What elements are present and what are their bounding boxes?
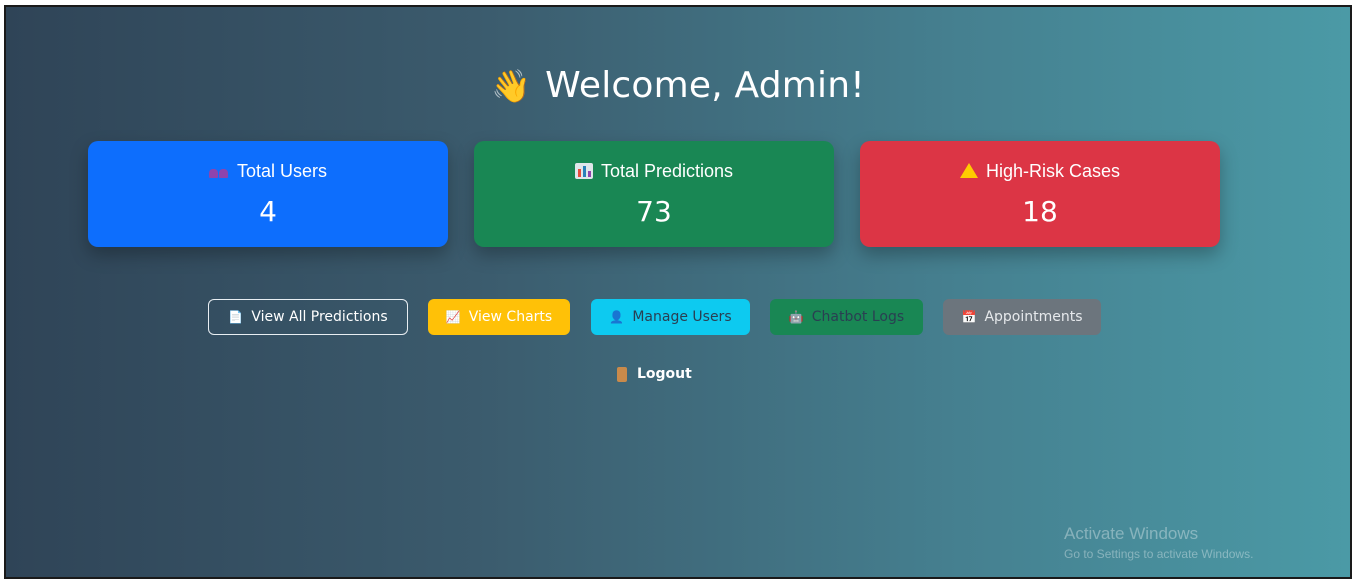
high-risk-value: 18 (1022, 195, 1058, 228)
document-icon: 📄 (228, 310, 244, 324)
view-charts-button[interactable]: 📈 View Charts (428, 299, 570, 335)
waving-hand-icon: 👋 (491, 67, 532, 105)
user-icon: 👤 (609, 310, 625, 324)
watermark-title: Activate Windows (1064, 524, 1199, 543)
calendar-icon: 📅 (961, 310, 977, 324)
appointments-button[interactable]: 📅 Appointments (943, 299, 1101, 335)
activate-windows-watermark: Activate Windows Go to Settings to activ… (1064, 524, 1253, 561)
high-risk-label: High-Risk Cases (985, 161, 1121, 181)
logout-link[interactable]: Logout (617, 362, 707, 386)
high-risk-cases-card: High-Risk Cases 18 (860, 141, 1220, 247)
chatbot-logs-label: Chatbot Logs (811, 309, 905, 325)
users-icon (208, 166, 229, 178)
view-charts-label: View Charts (468, 309, 553, 325)
bar-chart-icon (574, 163, 593, 179)
view-all-predictions-label: View All Predictions (251, 309, 388, 325)
watermark-subtitle: Go to Settings to activate Windows. (1064, 547, 1254, 561)
manage-users-button[interactable]: 👤 Manage Users (591, 299, 750, 335)
chart-icon: 📈 (445, 310, 461, 324)
page-title: 👋 Welcome, Admin! (6, 65, 1350, 106)
total-predictions-card: Total Predictions 73 (474, 141, 834, 247)
total-users-value: 4 (259, 195, 277, 228)
view-all-predictions-button[interactable]: 📄 View All Predictions (208, 299, 408, 335)
door-icon (617, 366, 627, 382)
total-predictions-value: 73 (636, 195, 672, 228)
total-users-label: Total Users (236, 161, 328, 181)
manage-users-label: Manage Users (632, 309, 732, 325)
total-predictions-label: Total Predictions (600, 161, 734, 181)
logout-label: Logout (637, 366, 692, 382)
warning-icon (959, 163, 978, 178)
welcome-text: Welcome, Admin! (545, 65, 865, 106)
appointments-label: Appointments (984, 309, 1083, 325)
total-users-card: Total Users 4 (88, 141, 448, 247)
robot-icon: 🤖 (788, 310, 804, 324)
chatbot-logs-button[interactable]: 🤖 Chatbot Logs (770, 299, 923, 335)
dashboard-frame: 👋 Welcome, Admin! Total Users 4 Total Pre… (4, 5, 1352, 579)
